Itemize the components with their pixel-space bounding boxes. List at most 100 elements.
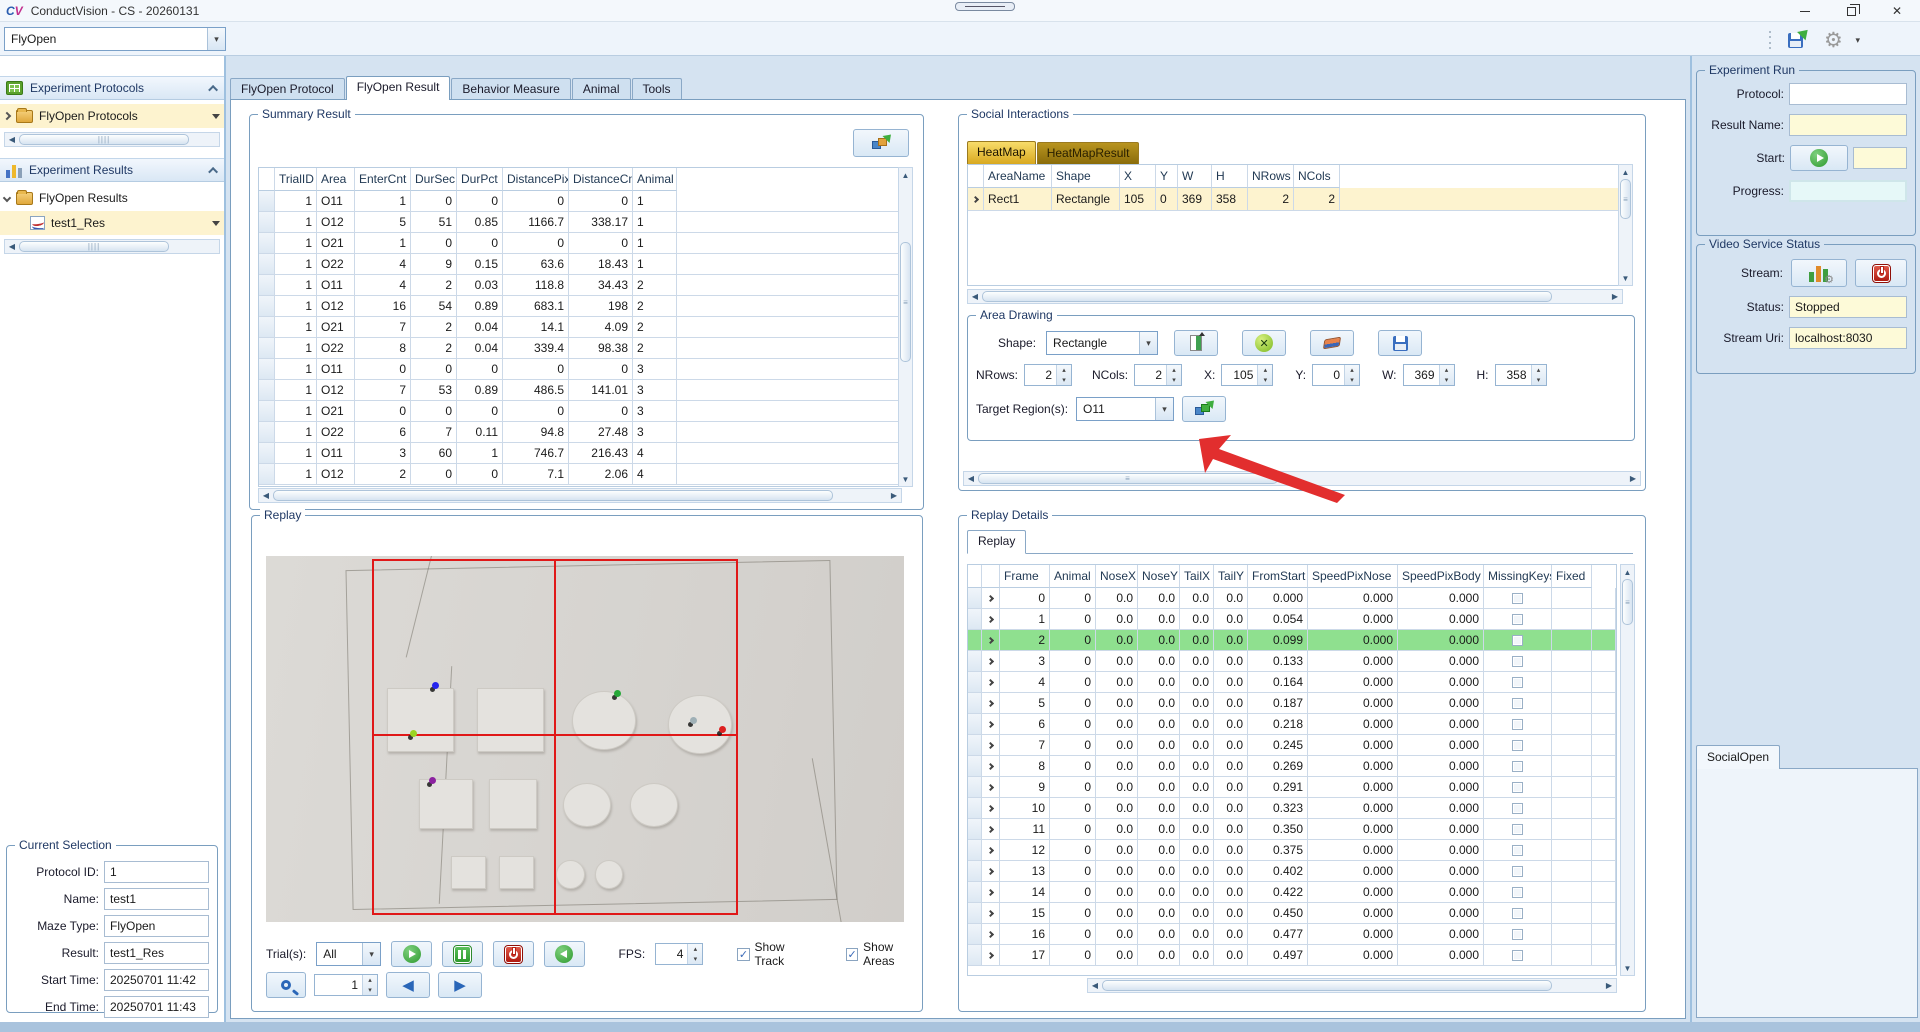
scroll-left-icon[interactable]: ◀	[968, 292, 982, 301]
rd-column-header[interactable]: SpeedPixBody	[1398, 565, 1484, 588]
x-spinner[interactable]: 105▴▾	[1221, 364, 1273, 386]
row-expander-cell[interactable]	[982, 714, 1000, 735]
rd-column-header[interactable]: SpeedPixNose	[1308, 565, 1398, 588]
tab-replay-details[interactable]: Replay	[967, 530, 1026, 554]
missingkeys-cell[interactable]	[1484, 693, 1552, 714]
field-value[interactable]: test1_Res	[104, 942, 209, 964]
protocols-section-header[interactable]: Experiment Protocols	[0, 76, 224, 100]
scroll-left-icon[interactable]: ◀	[5, 135, 19, 144]
missingkeys-cell[interactable]	[1484, 756, 1552, 777]
target-regions-combo[interactable]: O11 ▾	[1076, 397, 1174, 421]
row-expander-cell[interactable]	[982, 756, 1000, 777]
sidebar-item-flyopen-protocols[interactable]: FlyOpen Protocols	[0, 104, 224, 128]
stream-stats-button[interactable]: ⚙	[1791, 259, 1847, 287]
rd-table-row[interactable]: 2 0 0.0 0.0 0.0 0.0 0.099 0.000 0.000	[968, 630, 1616, 651]
row-header-cell[interactable]	[968, 588, 982, 609]
rd-table-row[interactable]: 5 0 0.0 0.0 0.0 0.0 0.187 0.000 0.000	[968, 693, 1616, 714]
scrollbar-thumb[interactable]: ||||	[19, 241, 169, 252]
spinner-arrows-icon[interactable]: ▴▾	[1344, 365, 1359, 385]
ncols-spinner[interactable]: 2▴▾	[1134, 364, 1182, 386]
row-header-cell[interactable]	[259, 212, 275, 233]
rd-table-row[interactable]: 7 0 0.0 0.0 0.0 0.0 0.245 0.000 0.000	[968, 735, 1616, 756]
rd-column-header[interactable]: Fixed	[1552, 565, 1592, 588]
toolbar-overflow-button[interactable]: ▾	[1853, 35, 1862, 46]
frame-spinner[interactable]: 1 ▴▾	[314, 974, 378, 996]
clear-areas-button[interactable]: ✕	[1242, 330, 1286, 356]
scrollbar-thumb[interactable]: ≡	[1622, 579, 1633, 625]
scroll-left-icon[interactable]: ◀	[259, 491, 273, 500]
row-header-cell[interactable]	[968, 756, 982, 777]
spinner-arrows-icon[interactable]: ▴▾	[1166, 365, 1181, 385]
scroll-up-icon[interactable]: ▲	[1622, 165, 1630, 179]
tab-heatmapresult[interactable]: HeatMapResult	[1037, 142, 1140, 164]
spinner-arrows-icon[interactable]: ▴▾	[1257, 365, 1272, 385]
scrollbar-thumb[interactable]: ≡	[900, 242, 911, 362]
row-header-cell[interactable]	[968, 798, 982, 819]
summary-table-row[interactable]: 1 O11 4 2 0.03 118.8 34.43 2	[259, 275, 901, 296]
apply-target-region-button[interactable]	[1182, 396, 1226, 422]
rd-table-row[interactable]: 9 0 0.0 0.0 0.0 0.0 0.291 0.000 0.000	[968, 777, 1616, 798]
result-name-input[interactable]	[1789, 114, 1907, 136]
field-value[interactable]: 20250701 11:42	[104, 969, 209, 991]
missingkeys-cell[interactable]	[1484, 945, 1552, 966]
summary-table-row[interactable]: 1 O11 3 60 1 746.7 216.43 4	[259, 443, 901, 464]
minimize-button[interactable]	[1782, 0, 1828, 22]
rd-table-row[interactable]: 0 0 0.0 0.0 0.0 0.0 0.000 0.000 0.000	[968, 588, 1616, 609]
scroll-left-icon[interactable]: ◀	[964, 474, 978, 483]
summary-table-row[interactable]: 1 O11 0 0 0 0 0 3	[259, 359, 901, 380]
h-spinner[interactable]: 358▴▾	[1495, 364, 1547, 386]
scroll-left-icon[interactable]: ◀	[5, 242, 19, 251]
missingkeys-cell[interactable]	[1484, 609, 1552, 630]
summary-table-row[interactable]: 1 O21 0 0 0 0 0 3	[259, 401, 901, 422]
rd-table-row[interactable]: 15 0 0.0 0.0 0.0 0.0 0.450 0.000 0.000	[968, 903, 1616, 924]
tab-animal[interactable]: Animal	[572, 78, 631, 100]
missingkeys-cell[interactable]	[1484, 819, 1552, 840]
row-header-cell[interactable]	[259, 254, 275, 275]
row-header-cell[interactable]	[259, 422, 275, 443]
row-header-cell[interactable]	[968, 861, 982, 882]
areas-column-header[interactable]: NRows	[1248, 165, 1294, 188]
rd-table-row[interactable]: 17 0 0.0 0.0 0.0 0.0 0.497 0.000 0.000	[968, 945, 1616, 966]
draw-area-button[interactable]	[1174, 330, 1218, 356]
scrollbar-thumb[interactable]: ||||	[19, 134, 189, 145]
row-expander-cell[interactable]	[982, 798, 1000, 819]
areas-column-header[interactable]: Y	[1156, 165, 1178, 188]
row-header-cell[interactable]	[968, 188, 984, 211]
row-header-cell[interactable]	[968, 672, 982, 693]
summary-column-header[interactable]: Area	[317, 168, 355, 191]
rd-vscrollbar[interactable]: ▲ ≡ ▼	[1620, 564, 1635, 976]
row-expander-cell[interactable]	[982, 945, 1000, 966]
tab-socialopen[interactable]: SocialOpen	[1696, 745, 1780, 769]
sidebar-item-flyopen-results[interactable]: FlyOpen Results	[0, 186, 224, 210]
scroll-right-icon[interactable]: ▶	[1626, 474, 1640, 483]
missingkeys-cell[interactable]	[1484, 861, 1552, 882]
row-expander-cell[interactable]	[982, 693, 1000, 714]
row-expander-cell[interactable]	[982, 588, 1000, 609]
next-frame-button[interactable]: ▶	[438, 972, 482, 998]
row-header-cell[interactable]	[259, 380, 275, 401]
rd-column-header[interactable]: NoseX	[1096, 565, 1138, 588]
rd-table-row[interactable]: 16 0 0.0 0.0 0.0 0.0 0.477 0.000 0.000	[968, 924, 1616, 945]
rewind-button[interactable]	[544, 941, 585, 967]
scrollbar-thumb[interactable]	[1102, 980, 1552, 991]
y-spinner[interactable]: 0▴▾	[1312, 364, 1360, 386]
spinner-arrows-icon[interactable]: ▴▾	[1531, 365, 1546, 385]
areas-column-header[interactable]: W	[1178, 165, 1212, 188]
row-expander-cell[interactable]	[982, 924, 1000, 945]
summary-table-row[interactable]: 1 O12 5 51 0.85 1166.7 338.17 1	[259, 212, 901, 233]
spinner-arrows-icon[interactable]: ▴▾	[1439, 365, 1454, 385]
row-header-cell[interactable]	[968, 609, 982, 630]
summary-column-header[interactable]: DistanceCm	[569, 168, 633, 191]
restore-button[interactable]	[1828, 0, 1874, 22]
summary-column-header[interactable]: DistancePix	[503, 168, 569, 191]
row-expander-cell[interactable]	[982, 630, 1000, 651]
rd-table-row[interactable]: 1 0 0.0 0.0 0.0 0.0 0.054 0.000 0.000	[968, 609, 1616, 630]
prev-frame-button[interactable]: ◀	[386, 972, 430, 998]
areas-column-header[interactable]: NCols	[1294, 165, 1340, 188]
results-scrollbar[interactable]: ◀ ||||	[4, 239, 220, 254]
scroll-right-icon[interactable]: ▶	[887, 491, 901, 500]
nrows-spinner[interactable]: 2▴▾	[1024, 364, 1072, 386]
fps-spinner[interactable]: 4 ▴▾	[655, 943, 703, 965]
rd-table-row[interactable]: 13 0 0.0 0.0 0.0 0.0 0.402 0.000 0.000	[968, 861, 1616, 882]
stream-power-button[interactable]	[1855, 259, 1907, 287]
